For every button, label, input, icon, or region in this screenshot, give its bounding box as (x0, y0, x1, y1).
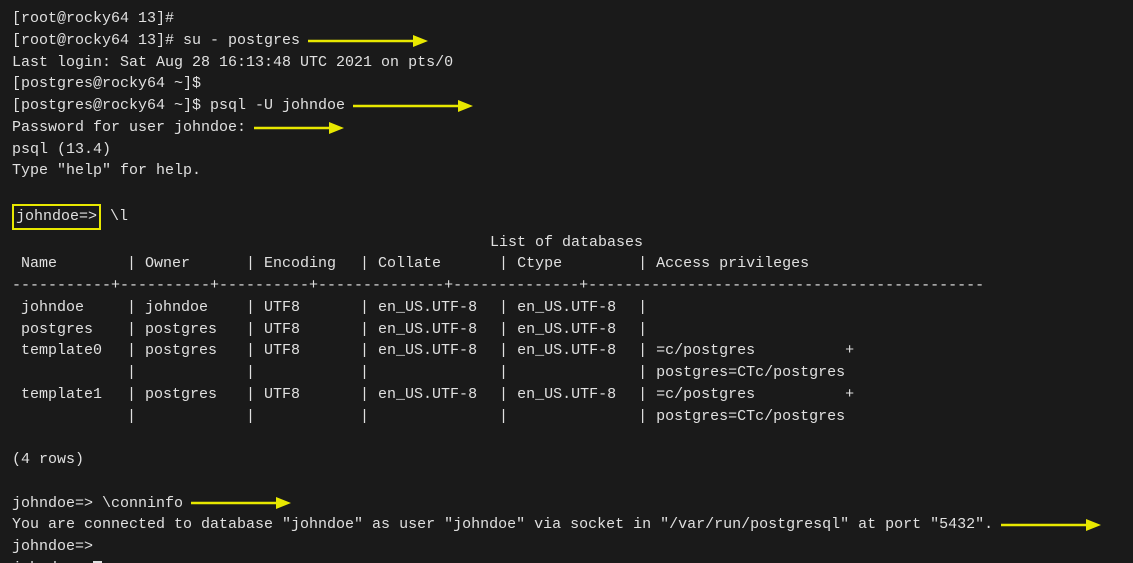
line-9-cmd: \l (101, 206, 128, 228)
row2-name: postgres (12, 319, 127, 341)
row4-encoding: UTF8 (255, 384, 360, 406)
table-title: List of databases (12, 232, 1121, 254)
line-4: [postgres@rocky64 ~]$ (12, 73, 1121, 95)
johndoe-prompt-highlight: johndoe=> (12, 204, 101, 230)
header-collate: Collate (369, 253, 499, 275)
row4-access2: postgres=CTc/postgres (647, 406, 845, 428)
line-7: psql (13.4) (12, 139, 1121, 161)
row4-access1: =c/postgres + (647, 384, 854, 406)
conninfo-result-text: You are connected to database "johndoe" … (12, 514, 993, 536)
header-encoding: Encoding (255, 253, 360, 275)
header-ctype: Ctype (508, 253, 638, 275)
line-empty-3 (12, 471, 1121, 493)
conninfo-cmd: \conninfo (93, 493, 183, 515)
database-table: List of databases Name | Owner | Encodin… (12, 232, 1121, 428)
row3-ctype: en_US.UTF-8 (508, 340, 638, 362)
line-9: johndoe=> \l (12, 204, 1121, 230)
row1-ctype: en_US.UTF-8 (508, 297, 638, 319)
line-8: Type "help" for help. (12, 160, 1121, 182)
conninfo-prompt: johndoe=> (12, 493, 93, 515)
row4-owner: postgres (136, 384, 246, 406)
table-row-johndoe: johndoe | johndoe | UTF8 | en_US.UTF-8 |… (12, 297, 1121, 319)
table-row-postgres: postgres | postgres | UTF8 | en_US.UTF-8… (12, 319, 1121, 341)
table-header-row: Name | Owner | Encoding | Collate | Ctyp… (12, 253, 1121, 275)
row4-ctype: en_US.UTF-8 (508, 384, 638, 406)
line-2-prompt: [root@rocky64 13]# (12, 30, 174, 52)
last-prompt-2: johndoe=> (12, 558, 1121, 563)
line-1: [root@rocky64 13]# (12, 8, 1121, 30)
last-prompt-2-text: johndoe=> (12, 558, 93, 563)
table-row-template0-1: template0 | postgres | UTF8 | en_US.UTF-… (12, 340, 1121, 362)
arrow-password (254, 119, 344, 137)
line-empty-1 (12, 182, 1121, 204)
rows-count: (4 rows) (12, 449, 1121, 471)
arrow-conninfo (191, 494, 291, 512)
line-6-text: Password for user johndoe: (12, 117, 246, 139)
line-5-cmd: psql -U johndoe (201, 95, 345, 117)
line-2-cmd: su - postgres (174, 30, 300, 52)
arrow-su (308, 32, 428, 50)
row3-owner: postgres (136, 340, 246, 362)
row1-collate: en_US.UTF-8 (369, 297, 499, 319)
row2-owner: postgres (136, 319, 246, 341)
line-3: Last login: Sat Aug 28 16:13:48 UTC 2021… (12, 52, 1121, 74)
table-row-template1-1: template1 | postgres | UTF8 | en_US.UTF-… (12, 384, 1121, 406)
line-5-prompt: [postgres@rocky64 ~]$ (12, 95, 201, 117)
row4-collate: en_US.UTF-8 (369, 384, 499, 406)
row2-collate: en_US.UTF-8 (369, 319, 499, 341)
line-2: [root@rocky64 13]# su - postgres (12, 30, 1121, 52)
table-row-template1-2: | | | | | postgres=CTc/postgres (12, 406, 1121, 428)
header-owner: Owner (136, 253, 246, 275)
line-empty-2 (12, 427, 1121, 449)
row2-encoding: UTF8 (255, 319, 360, 341)
table-row-template0-2: | | | | | postgres=CTc/postgres (12, 362, 1121, 384)
arrow-psql (353, 97, 473, 115)
terminal: [root@rocky64 13]# [root@rocky64 13]# su… (0, 0, 1133, 563)
last-prompt-1: johndoe=> (12, 536, 1121, 558)
line-conninfo-cmd: johndoe=> \conninfo (12, 493, 1121, 515)
arrow-conninfo-result (1001, 516, 1101, 534)
row3-collate: en_US.UTF-8 (369, 340, 499, 362)
row2-ctype: en_US.UTF-8 (508, 319, 638, 341)
row3-access1: =c/postgres + (647, 340, 854, 362)
line-5: [postgres@rocky64 ~]$ psql -U johndoe (12, 95, 1121, 117)
line-6: Password for user johndoe: (12, 117, 1121, 139)
row3-encoding: UTF8 (255, 340, 360, 362)
header-access: Access privileges (647, 253, 809, 275)
row4-name: template1 (12, 384, 127, 406)
header-name: Name (12, 253, 127, 275)
row3-access2: postgres=CTc/postgres (647, 362, 845, 384)
row1-name: johndoe (12, 297, 127, 319)
row1-encoding: UTF8 (255, 297, 360, 319)
row1-owner: johndoe (136, 297, 246, 319)
row3-name: template0 (12, 340, 127, 362)
line-conninfo-result: You are connected to database "johndoe" … (12, 514, 1121, 536)
table-divider: -----------+----------+----------+------… (12, 275, 1121, 297)
